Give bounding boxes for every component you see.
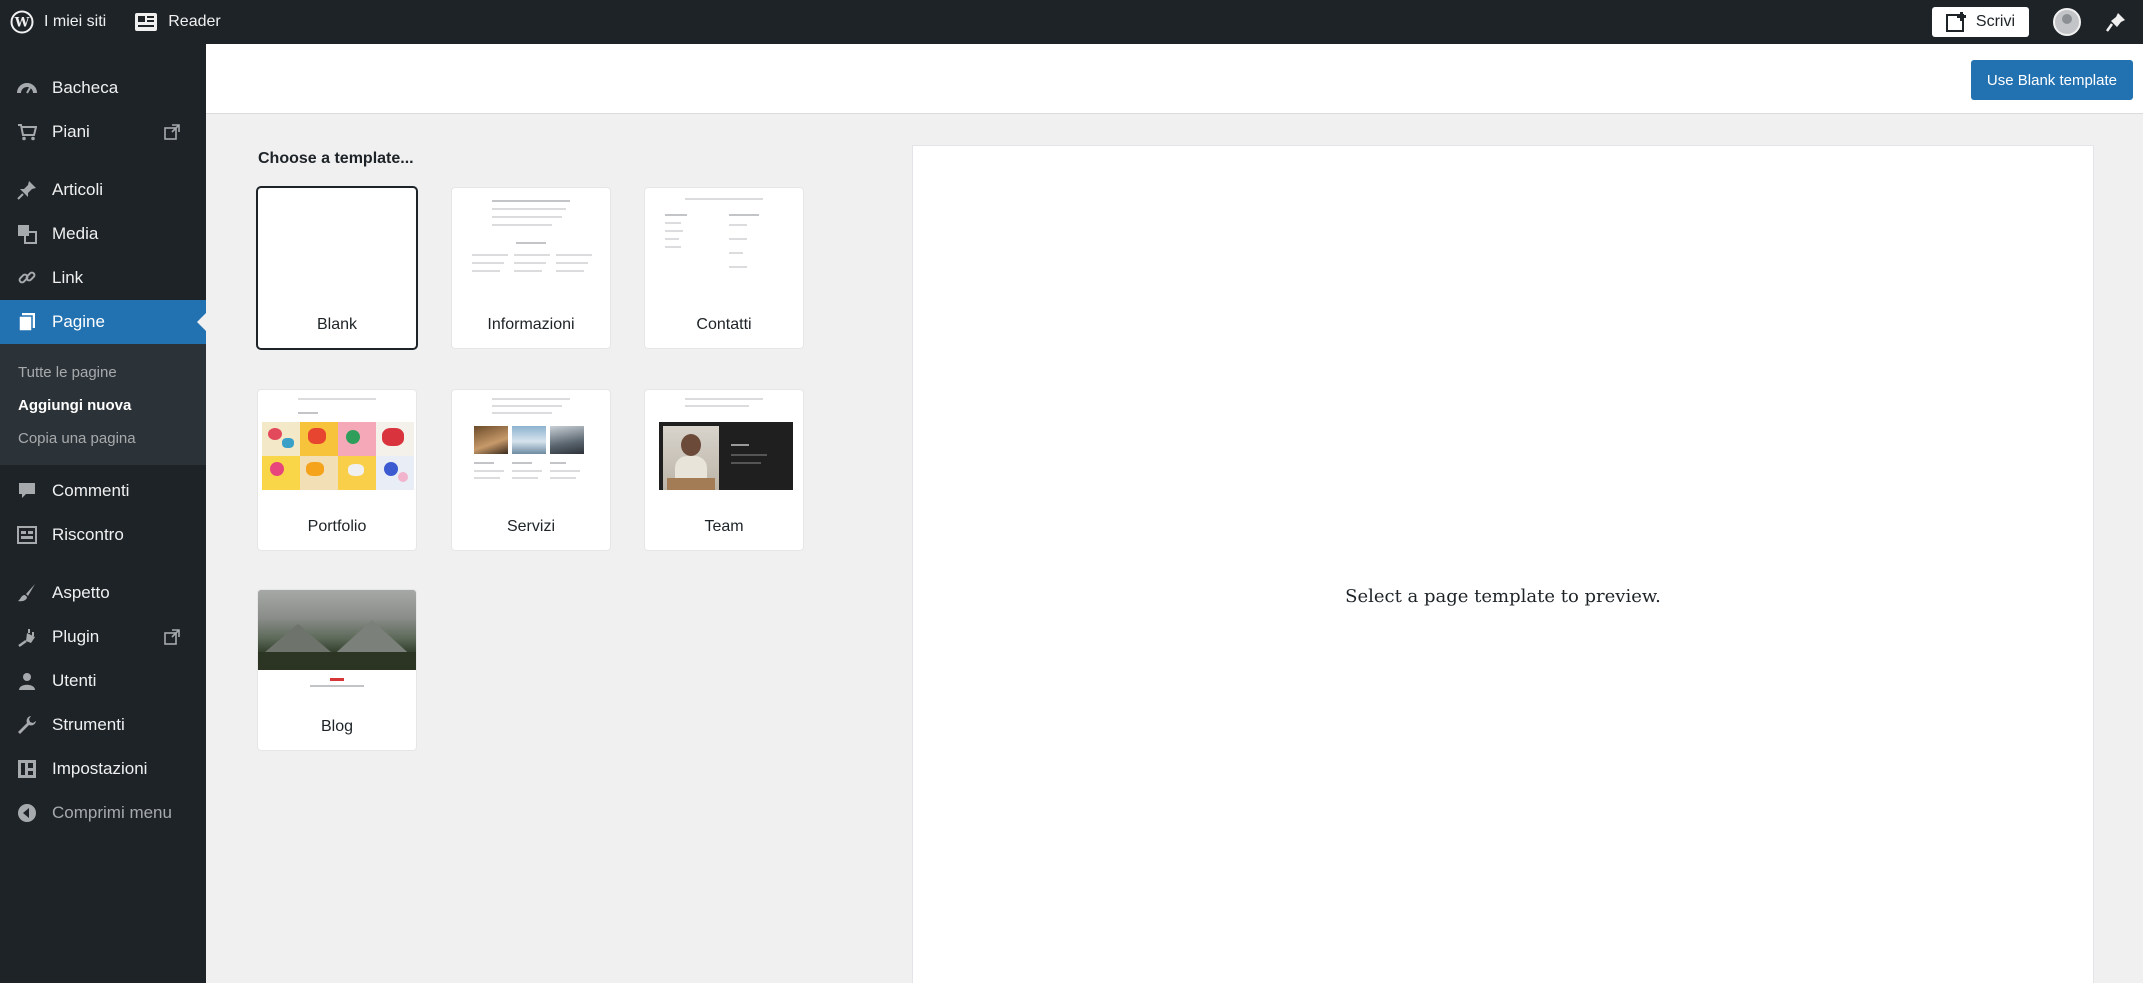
admin-bar: W I miei siti Reader Scrivi — [0, 0, 2143, 44]
template-informazioni[interactable]: Informazioni — [452, 188, 610, 348]
cart-icon — [16, 121, 38, 143]
sidebar-item-label: Strumenti — [52, 715, 125, 734]
template-portfolio[interactable]: Portfolio — [258, 390, 416, 550]
feedback-icon — [16, 524, 38, 546]
pages-icon — [16, 311, 38, 333]
sidebar-item-label: Utenti — [52, 671, 97, 690]
reader-link[interactable]: Reader — [134, 12, 221, 32]
sidebar-item-label: Comprimi menu — [52, 803, 172, 822]
template-label: Contatti — [696, 316, 752, 333]
template-team[interactable]: Team — [645, 390, 803, 550]
template-label: Team — [704, 518, 744, 535]
template-thumbnail — [645, 390, 803, 500]
admin-sidebar: Bacheca Piani Articoli Media Link Pagine… — [0, 44, 206, 983]
sidebar-item-piani[interactable]: Piani — [0, 110, 206, 154]
my-sites-label: I miei siti — [44, 13, 107, 30]
submenu-copy-page[interactable]: Copia una pagina — [0, 422, 206, 455]
sidebar-item-aspetto[interactable]: Aspetto — [0, 571, 206, 615]
sidebar-item-riscontro[interactable]: Riscontro — [0, 513, 206, 557]
template-thumbnail — [258, 590, 416, 700]
pin-icon — [16, 179, 38, 201]
reader-icon — [134, 12, 158, 32]
settings-icon — [16, 758, 38, 780]
sidebar-item-label: Commenti — [52, 481, 130, 500]
sidebar-item-articoli[interactable]: Articoli — [0, 168, 206, 212]
write-button[interactable]: Scrivi — [1931, 7, 2029, 37]
submenu-add-new[interactable]: Aggiungi nuova — [0, 389, 206, 422]
sidebar-item-media[interactable]: Media — [0, 212, 206, 256]
template-label: Portfolio — [307, 518, 367, 535]
template-blog[interactable]: Blog — [258, 590, 416, 750]
sidebar-item-label: Bacheca — [52, 78, 119, 97]
template-preview-panel: Select a page template to preview. — [913, 146, 2093, 983]
template-servizi[interactable]: Servizi — [452, 390, 610, 550]
template-blank[interactable]: Blank — [258, 188, 416, 348]
avatar[interactable] — [2053, 8, 2081, 36]
link-icon — [16, 267, 38, 289]
dashboard-icon — [16, 77, 38, 99]
sidebar-item-label: Pagine — [52, 312, 105, 331]
media-icon — [16, 223, 38, 245]
pages-submenu: Tutte le pagine Aggiungi nuova Copia una… — [0, 344, 206, 465]
use-blank-template-button[interactable]: Use Blank template — [1970, 60, 2133, 100]
collapse-icon — [16, 802, 38, 824]
sidebar-item-collapse[interactable]: Comprimi menu — [0, 791, 206, 835]
sidebar-item-label: Media — [52, 224, 99, 243]
sidebar-item-strumenti[interactable]: Strumenti — [0, 703, 206, 747]
sidebar-item-plugin[interactable]: Plugin — [0, 615, 206, 659]
template-thumbnail — [452, 188, 610, 298]
sidebar-item-label: Aspetto — [52, 583, 110, 602]
my-sites-link[interactable]: W I miei siti — [10, 10, 106, 34]
svg-text:W: W — [14, 16, 30, 31]
sidebar-item-label: Link — [52, 268, 84, 287]
comment-icon — [16, 480, 38, 502]
preview-message: Select a page template to preview. — [1345, 586, 1661, 607]
template-thumbnail — [258, 188, 416, 298]
template-thumbnail — [452, 390, 610, 500]
brush-icon — [16, 582, 38, 604]
chooser-title: Choose a template... — [258, 150, 414, 167]
sidebar-item-commenti[interactable]: Commenti — [0, 469, 206, 513]
external-link-icon — [164, 124, 180, 140]
template-contatti[interactable]: Contatti — [645, 188, 803, 348]
sidebar-item-label: Articoli — [52, 180, 104, 199]
sidebar-item-impostazioni[interactable]: Impostazioni — [0, 747, 206, 791]
plugin-icon — [16, 626, 38, 648]
sidebar-item-bacheca[interactable]: Bacheca — [0, 66, 206, 110]
template-label: Informazioni — [487, 316, 575, 333]
template-label: Servizi — [506, 518, 555, 535]
submenu-all-pages[interactable]: Tutte le pagine — [0, 356, 206, 389]
sidebar-item-label: Riscontro — [52, 525, 124, 544]
template-label: Blank — [316, 316, 358, 333]
external-link-icon — [164, 629, 180, 645]
sidebar-item-utenti[interactable]: Utenti — [0, 659, 206, 703]
sidebar-item-link[interactable]: Link — [0, 256, 206, 300]
write-label: Scrivi — [1975, 13, 2015, 30]
sidebar-item-label: Piani — [52, 122, 90, 141]
template-thumbnail — [645, 188, 803, 298]
template-label: Blog — [320, 718, 354, 735]
template-thumbnail — [258, 390, 416, 500]
editor-top-bar: Use Blank template — [206, 44, 2143, 114]
write-icon — [1945, 12, 1968, 32]
notifications-icon[interactable] — [2105, 11, 2127, 33]
wrench-icon — [16, 714, 38, 736]
reader-label: Reader — [168, 13, 221, 30]
sidebar-item-label: Plugin — [52, 627, 100, 646]
users-icon — [16, 670, 38, 692]
wordpress-icon: W — [10, 10, 34, 34]
sidebar-item-pagine[interactable]: Pagine — [0, 300, 206, 344]
sidebar-item-label: Impostazioni — [52, 759, 148, 778]
